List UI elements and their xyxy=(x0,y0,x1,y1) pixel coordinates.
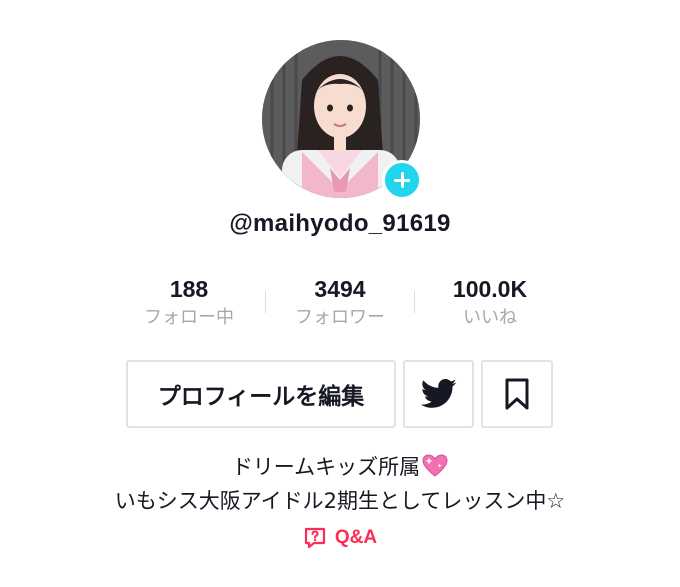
stat-following[interactable]: 188 フォロー中 xyxy=(119,275,259,333)
add-avatar-button[interactable] xyxy=(382,160,422,200)
stat-followers[interactable]: 3494 フォロワー xyxy=(270,275,410,333)
bio-line-2: いもシス大阪アイドル2期生としてレッスン中☆ xyxy=(114,489,566,513)
divider xyxy=(265,291,266,313)
profile-page: @maihyodo_91619 188 フォロー中 3494 フォロワー 100… xyxy=(0,0,680,587)
stat-label: フォロー中 xyxy=(144,307,234,328)
avatar-container xyxy=(262,40,422,200)
bookmark-button[interactable] xyxy=(481,360,553,428)
stat-label: いいね xyxy=(463,307,517,328)
stats-row: 188 フォロー中 3494 フォロワー 100.0K いいね xyxy=(0,275,680,335)
username: @maihyodo_91619 xyxy=(229,210,451,237)
stat-likes[interactable]: 100.0K いいね xyxy=(420,275,560,333)
stat-value: 188 xyxy=(169,276,209,302)
stat-label: フォロワー xyxy=(295,307,385,328)
bio-text: ドリームキッズ所属 xyxy=(231,455,421,479)
sparkling-heart-icon xyxy=(422,454,448,486)
qa-link[interactable]: Q&A xyxy=(0,526,680,550)
bio-line-1: ドリームキッズ所属 xyxy=(0,452,680,486)
twitter-button[interactable] xyxy=(403,360,474,428)
qa-label: Q&A xyxy=(334,527,378,548)
divider xyxy=(414,291,415,313)
twitter-bird-icon xyxy=(420,379,456,408)
edit-profile-button[interactable]: プロフィールを編集 xyxy=(126,360,396,428)
bookmark-icon xyxy=(505,378,529,410)
stat-value: 3494 xyxy=(314,276,366,302)
stat-value: 100.0K xyxy=(452,276,528,302)
bio: ドリームキッズ所属 いもシス大阪アイドル2期生としてレッスン中☆ xyxy=(0,452,680,516)
question-bubble-icon xyxy=(304,527,325,549)
